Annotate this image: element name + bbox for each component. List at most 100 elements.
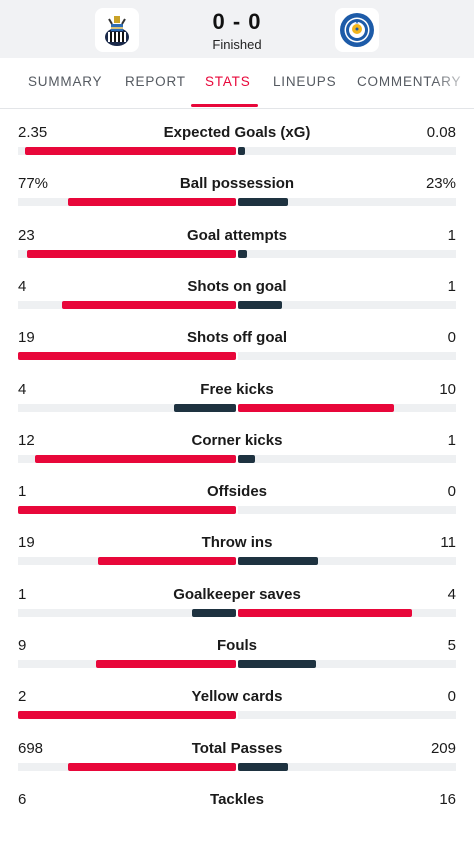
home-bar-track	[18, 352, 236, 361]
match-header: 0 - 0 Finished	[0, 0, 474, 58]
stat-label: Throw ins	[201, 534, 273, 552]
home-bar-fill	[18, 711, 236, 720]
home-bar-track	[18, 300, 236, 309]
stat-away-value: 1	[447, 431, 456, 449]
stat-home-value: 19	[18, 534, 35, 552]
away-team-logo[interactable]	[335, 8, 379, 52]
home-bar-fill	[25, 147, 236, 155]
stat-label: Ball possession	[179, 175, 295, 193]
match-status: Finished	[212, 37, 262, 52]
stat-row: Goalkeeper saves 1 4	[0, 586, 474, 637]
stat-home-value: 1	[18, 483, 27, 501]
tab-stats[interactable]: STATS	[205, 58, 251, 108]
stat-label: Yellow cards	[191, 688, 283, 706]
stat-row: Shots on goal 4 1	[0, 278, 474, 329]
away-bar-track	[238, 711, 456, 720]
stat-label: Shots off goal	[187, 329, 287, 347]
stat-row: Throw ins 19 11	[0, 534, 474, 585]
home-bar-track	[18, 608, 236, 617]
away-bar-track	[238, 300, 456, 309]
tabs-scroll-fade	[434, 58, 474, 108]
stat-label: Expected Goals (xG)	[163, 124, 311, 141]
away-bar-track	[238, 403, 456, 412]
stat-away-value: 1	[447, 277, 456, 295]
away-bar-fill	[238, 660, 316, 668]
stat-label: Goalkeeper saves	[173, 585, 301, 603]
stat-home-value: 23	[18, 226, 35, 244]
away-bar-fill	[238, 147, 245, 155]
away-bar-track	[238, 249, 456, 258]
stat-away-value: 0	[447, 329, 456, 347]
stat-home-value: 4	[18, 277, 27, 295]
stat-row: Total Passes 698 209	[0, 740, 474, 791]
home-bar-fill	[96, 660, 236, 668]
stat-row: Shots off goal 19 0	[0, 329, 474, 380]
away-bar-track	[238, 660, 456, 668]
home-bar-fill	[68, 198, 236, 207]
stat-label: Free kicks	[200, 380, 274, 398]
match-score: 0 - 0	[212, 9, 262, 34]
stat-home-value: 9	[18, 637, 27, 654]
tab-summary[interactable]: SUMMARY	[28, 58, 102, 108]
away-bar-track	[238, 608, 456, 617]
stat-row: Goal attempts 23 1	[0, 227, 474, 278]
stat-away-value: 16	[439, 790, 456, 808]
stat-away-value: 1	[447, 226, 456, 244]
home-bar-track	[18, 506, 236, 515]
stat-label: Offsides	[206, 483, 267, 501]
home-bar-track	[18, 660, 236, 668]
tab-lineups[interactable]: LINEUPS	[273, 58, 336, 108]
home-bar-fill	[174, 403, 236, 412]
stat-row: Expected Goals (xG) 2.35 0.08	[0, 124, 474, 175]
away-bar-track	[238, 557, 456, 566]
stat-label: Fouls	[217, 637, 257, 654]
away-bar-fill	[238, 403, 394, 412]
stat-row: Free kicks 4 10	[0, 381, 474, 432]
home-bar-track	[18, 711, 236, 720]
home-bar-track	[18, 147, 236, 155]
home-bar-track	[18, 762, 236, 771]
tab-report[interactable]: REPORT	[125, 58, 186, 108]
leicester-crest-icon	[340, 13, 374, 47]
home-bar-fill	[62, 300, 236, 309]
active-tab-indicator	[191, 104, 258, 107]
away-bar-track	[238, 762, 456, 771]
home-bar-track	[18, 454, 236, 463]
home-bar-fill	[35, 454, 236, 463]
away-bar-fill	[238, 608, 412, 617]
stat-away-value: 10	[439, 380, 456, 398]
match-tabs: SUMMARY REPORT STATS LINEUPS COMMENTARY	[0, 58, 474, 109]
home-bar-fill	[18, 506, 236, 515]
stat-away-value: 0.08	[426, 124, 456, 141]
away-bar-track	[238, 506, 456, 515]
stat-row: Ball possession 77% 23%	[0, 175, 474, 226]
away-bar-track	[238, 147, 456, 155]
stat-away-value: 4	[447, 585, 456, 603]
stat-label: Shots on goal	[187, 277, 287, 295]
home-bar-fill	[98, 557, 236, 566]
home-bar-track	[18, 403, 236, 412]
stat-home-value: 6	[18, 790, 27, 808]
stat-home-value: 2	[18, 688, 27, 706]
stat-row: Fouls 9 5	[0, 637, 474, 688]
stat-row: Offsides 1 0	[0, 483, 474, 534]
away-bar-fill	[238, 249, 247, 258]
stat-row: Corner kicks 12 1	[0, 432, 474, 483]
stat-home-value: 2.35	[18, 124, 48, 141]
away-bar-track	[238, 198, 456, 207]
stat-home-value: 12	[18, 431, 35, 449]
stat-label: Goal attempts	[186, 226, 288, 244]
away-bar-fill	[238, 198, 288, 207]
away-bar-track	[238, 352, 456, 361]
stat-home-value: 77%	[18, 175, 49, 193]
stat-away-value: 0	[447, 688, 456, 706]
home-bar-fill	[18, 352, 236, 361]
away-bar-fill	[238, 454, 255, 463]
stat-home-value: 1	[18, 585, 27, 603]
stat-home-value: 698	[18, 739, 44, 757]
stat-label: Total Passes	[191, 739, 283, 757]
stat-label: Tackles	[210, 790, 264, 808]
home-bar-track	[18, 198, 236, 207]
stat-away-value: 0	[447, 483, 456, 501]
stat-home-value: 4	[18, 380, 27, 398]
